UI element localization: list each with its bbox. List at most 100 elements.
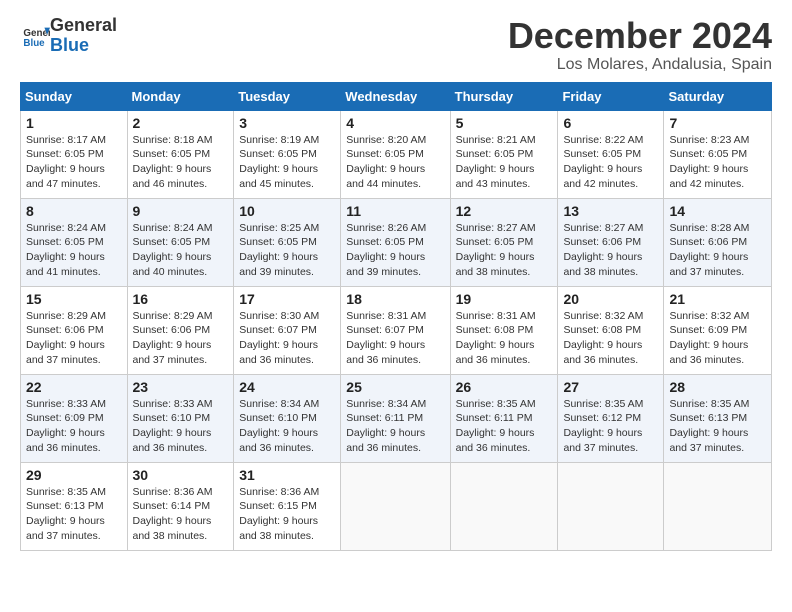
calendar-cell: 1 Sunrise: 8:17 AMSunset: 6:05 PMDayligh…: [21, 110, 128, 198]
day-info: Sunrise: 8:17 AMSunset: 6:05 PMDaylight:…: [26, 134, 106, 190]
calendar-cell: 8 Sunrise: 8:24 AMSunset: 6:05 PMDayligh…: [21, 198, 128, 286]
calendar-cell: 18 Sunrise: 8:31 AMSunset: 6:07 PMDaylig…: [341, 286, 450, 374]
calendar-cell: [341, 462, 450, 550]
day-info: Sunrise: 8:26 AMSunset: 6:05 PMDaylight:…: [346, 222, 426, 278]
col-header-friday: Friday: [558, 82, 664, 110]
calendar-cell: 29 Sunrise: 8:35 AMSunset: 6:13 PMDaylig…: [21, 462, 128, 550]
location-title: Los Molares, Andalusia, Spain: [508, 56, 772, 74]
day-info: Sunrise: 8:21 AMSunset: 6:05 PMDaylight:…: [456, 134, 536, 190]
week-row-3: 15 Sunrise: 8:29 AMSunset: 6:06 PMDaylig…: [21, 286, 772, 374]
month-title: December 2024: [508, 16, 772, 56]
day-number: 27: [563, 379, 658, 395]
day-number: 4: [346, 115, 444, 131]
day-number: 26: [456, 379, 553, 395]
day-number: 31: [239, 467, 335, 483]
calendar-cell: 23 Sunrise: 8:33 AMSunset: 6:10 PMDaylig…: [127, 374, 234, 462]
week-row-4: 22 Sunrise: 8:33 AMSunset: 6:09 PMDaylig…: [21, 374, 772, 462]
calendar-cell: 5 Sunrise: 8:21 AMSunset: 6:05 PMDayligh…: [450, 110, 558, 198]
day-info: Sunrise: 8:31 AMSunset: 6:08 PMDaylight:…: [456, 310, 536, 366]
svg-text:Blue: Blue: [23, 38, 45, 49]
col-header-saturday: Saturday: [664, 82, 772, 110]
day-info: Sunrise: 8:18 AMSunset: 6:05 PMDaylight:…: [133, 134, 213, 190]
day-info: Sunrise: 8:36 AMSunset: 6:14 PMDaylight:…: [133, 486, 213, 542]
calendar-cell: 3 Sunrise: 8:19 AMSunset: 6:05 PMDayligh…: [234, 110, 341, 198]
calendar-cell: 14 Sunrise: 8:28 AMSunset: 6:06 PMDaylig…: [664, 198, 772, 286]
day-info: Sunrise: 8:34 AMSunset: 6:11 PMDaylight:…: [346, 398, 426, 454]
logo-icon: General Blue: [22, 22, 50, 50]
day-number: 2: [133, 115, 229, 131]
calendar-table: SundayMondayTuesdayWednesdayThursdayFrid…: [20, 82, 772, 551]
calendar-cell: [664, 462, 772, 550]
week-row-2: 8 Sunrise: 8:24 AMSunset: 6:05 PMDayligh…: [21, 198, 772, 286]
week-row-5: 29 Sunrise: 8:35 AMSunset: 6:13 PMDaylig…: [21, 462, 772, 550]
calendar-cell: 10 Sunrise: 8:25 AMSunset: 6:05 PMDaylig…: [234, 198, 341, 286]
day-number: 20: [563, 291, 658, 307]
week-row-1: 1 Sunrise: 8:17 AMSunset: 6:05 PMDayligh…: [21, 110, 772, 198]
day-info: Sunrise: 8:33 AMSunset: 6:09 PMDaylight:…: [26, 398, 106, 454]
calendar-cell: 24 Sunrise: 8:34 AMSunset: 6:10 PMDaylig…: [234, 374, 341, 462]
day-number: 30: [133, 467, 229, 483]
day-info: Sunrise: 8:30 AMSunset: 6:07 PMDaylight:…: [239, 310, 319, 366]
day-info: Sunrise: 8:32 AMSunset: 6:08 PMDaylight:…: [563, 310, 643, 366]
calendar-cell: 4 Sunrise: 8:20 AMSunset: 6:05 PMDayligh…: [341, 110, 450, 198]
calendar-cell: 11 Sunrise: 8:26 AMSunset: 6:05 PMDaylig…: [341, 198, 450, 286]
day-number: 5: [456, 115, 553, 131]
calendar-cell: 6 Sunrise: 8:22 AMSunset: 6:05 PMDayligh…: [558, 110, 664, 198]
day-info: Sunrise: 8:33 AMSunset: 6:10 PMDaylight:…: [133, 398, 213, 454]
col-header-wednesday: Wednesday: [341, 82, 450, 110]
day-number: 6: [563, 115, 658, 131]
day-number: 17: [239, 291, 335, 307]
day-info: Sunrise: 8:19 AMSunset: 6:05 PMDaylight:…: [239, 134, 319, 190]
title-area: December 2024 Los Molares, Andalusia, Sp…: [508, 16, 772, 74]
day-info: Sunrise: 8:32 AMSunset: 6:09 PMDaylight:…: [669, 310, 749, 366]
logo-line1: General: [50, 16, 117, 36]
day-info: Sunrise: 8:27 AMSunset: 6:05 PMDaylight:…: [456, 222, 536, 278]
day-info: Sunrise: 8:24 AMSunset: 6:05 PMDaylight:…: [133, 222, 213, 278]
day-number: 3: [239, 115, 335, 131]
calendar-cell: 20 Sunrise: 8:32 AMSunset: 6:08 PMDaylig…: [558, 286, 664, 374]
calendar-cell: 12 Sunrise: 8:27 AMSunset: 6:05 PMDaylig…: [450, 198, 558, 286]
day-number: 8: [26, 203, 122, 219]
calendar-cell: 19 Sunrise: 8:31 AMSunset: 6:08 PMDaylig…: [450, 286, 558, 374]
day-number: 24: [239, 379, 335, 395]
logo: General Blue General Blue: [20, 16, 117, 56]
calendar-cell: 16 Sunrise: 8:29 AMSunset: 6:06 PMDaylig…: [127, 286, 234, 374]
day-info: Sunrise: 8:29 AMSunset: 6:06 PMDaylight:…: [26, 310, 106, 366]
calendar-cell: 22 Sunrise: 8:33 AMSunset: 6:09 PMDaylig…: [21, 374, 128, 462]
day-number: 7: [669, 115, 766, 131]
calendar-cell: 9 Sunrise: 8:24 AMSunset: 6:05 PMDayligh…: [127, 198, 234, 286]
day-info: Sunrise: 8:35 AMSunset: 6:13 PMDaylight:…: [669, 398, 749, 454]
day-number: 23: [133, 379, 229, 395]
day-number: 16: [133, 291, 229, 307]
page-container: General Blue General Blue December 2024 …: [0, 0, 792, 561]
calendar-cell: 27 Sunrise: 8:35 AMSunset: 6:12 PMDaylig…: [558, 374, 664, 462]
col-header-tuesday: Tuesday: [234, 82, 341, 110]
calendar-cell: 26 Sunrise: 8:35 AMSunset: 6:11 PMDaylig…: [450, 374, 558, 462]
day-number: 29: [26, 467, 122, 483]
calendar-cell: 15 Sunrise: 8:29 AMSunset: 6:06 PMDaylig…: [21, 286, 128, 374]
day-info: Sunrise: 8:29 AMSunset: 6:06 PMDaylight:…: [133, 310, 213, 366]
day-info: Sunrise: 8:28 AMSunset: 6:06 PMDaylight:…: [669, 222, 749, 278]
col-header-monday: Monday: [127, 82, 234, 110]
calendar-cell: 31 Sunrise: 8:36 AMSunset: 6:15 PMDaylig…: [234, 462, 341, 550]
day-info: Sunrise: 8:35 AMSunset: 6:12 PMDaylight:…: [563, 398, 643, 454]
day-info: Sunrise: 8:22 AMSunset: 6:05 PMDaylight:…: [563, 134, 643, 190]
calendar-cell: 2 Sunrise: 8:18 AMSunset: 6:05 PMDayligh…: [127, 110, 234, 198]
day-info: Sunrise: 8:23 AMSunset: 6:05 PMDaylight:…: [669, 134, 749, 190]
calendar-cell: 7 Sunrise: 8:23 AMSunset: 6:05 PMDayligh…: [664, 110, 772, 198]
calendar-cell: 25 Sunrise: 8:34 AMSunset: 6:11 PMDaylig…: [341, 374, 450, 462]
day-info: Sunrise: 8:24 AMSunset: 6:05 PMDaylight:…: [26, 222, 106, 278]
calendar-cell: [450, 462, 558, 550]
day-info: Sunrise: 8:20 AMSunset: 6:05 PMDaylight:…: [346, 134, 426, 190]
calendar-cell: [558, 462, 664, 550]
header: General Blue General Blue December 2024 …: [20, 16, 772, 74]
day-number: 12: [456, 203, 553, 219]
day-number: 14: [669, 203, 766, 219]
day-number: 1: [26, 115, 122, 131]
day-number: 10: [239, 203, 335, 219]
day-number: 18: [346, 291, 444, 307]
day-info: Sunrise: 8:27 AMSunset: 6:06 PMDaylight:…: [563, 222, 643, 278]
day-number: 15: [26, 291, 122, 307]
day-number: 19: [456, 291, 553, 307]
calendar-cell: 17 Sunrise: 8:30 AMSunset: 6:07 PMDaylig…: [234, 286, 341, 374]
